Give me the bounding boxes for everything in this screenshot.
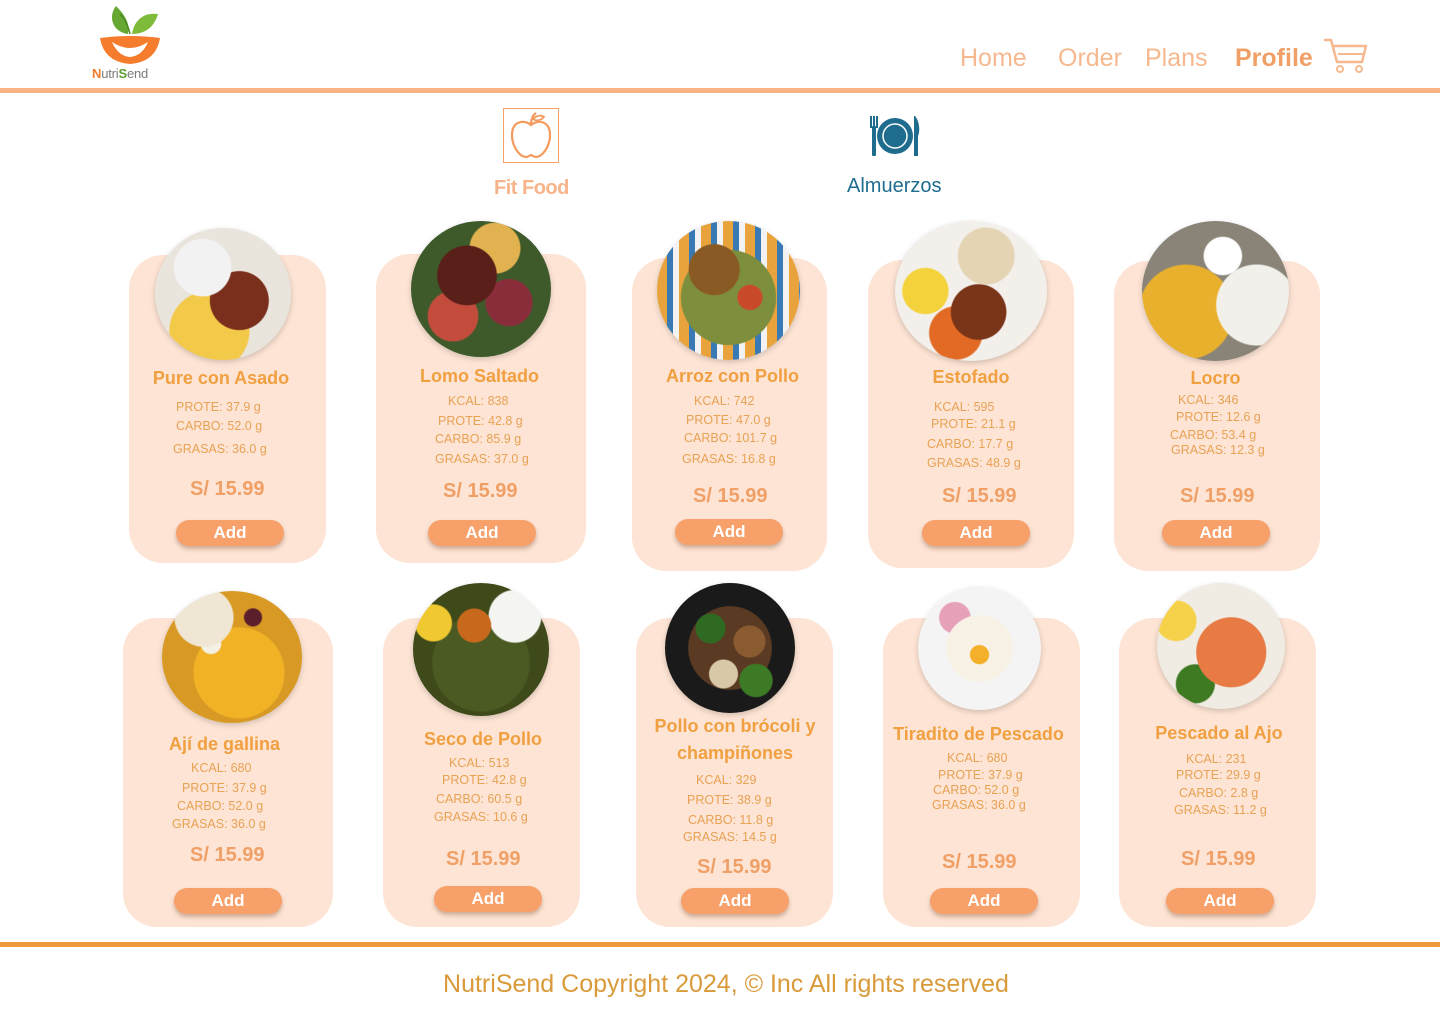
dish-photo (895, 221, 1047, 361)
add-button[interactable]: Add (922, 520, 1030, 546)
dish-prote: PROTE: 42.8 g (442, 773, 527, 787)
dish-photo (657, 221, 800, 360)
add-button[interactable]: Add (1166, 888, 1274, 914)
dish-name: Seco de Pollo (423, 729, 543, 749)
dish-photo (1142, 221, 1289, 361)
dish-name: Tiradito de Pescado (893, 724, 1064, 744)
logo-text-utri: utri (101, 66, 119, 81)
dish-kcal: KCAL: 838 (448, 394, 509, 408)
dish-grasas: GRASAS: 12.3 g (1171, 443, 1265, 457)
dish-price: S/ 15.99 (1181, 848, 1256, 870)
dish-carbo: CARBO: 52.0 g (933, 783, 1020, 797)
dish-price: S/ 15.99 (446, 848, 521, 870)
cart-icon[interactable] (1322, 36, 1368, 74)
dish-price: S/ 15.99 (942, 851, 1017, 873)
dish-prote: PROTE: 12.6 g (1176, 410, 1261, 424)
dish-photo (1157, 583, 1285, 709)
dish-carbo: CARBO: 60.5 g (436, 792, 523, 806)
dish-grasas: GRASAS: 11.2 g (1174, 803, 1267, 817)
dish-prote: PROTE: 37.9 g (182, 781, 267, 795)
dish-grasas: GRASAS: 16.8 g (682, 452, 776, 466)
dish-kcal: KCAL: 329 (696, 773, 757, 787)
category-almuerzos[interactable]: Almuerzos (847, 175, 941, 198)
nav-home[interactable]: Home (960, 44, 1027, 73)
dish-photo (665, 583, 795, 713)
dish-photo (413, 583, 549, 716)
dish-prote: PROTE: 42.8 g (438, 414, 523, 428)
dish-name: Pollo con brócoli y champiñones (654, 716, 816, 763)
dish-carbo: CARBO: 53.4 g (1170, 428, 1257, 442)
logo-letter-n: N (92, 66, 102, 81)
add-button[interactable]: Add (428, 520, 536, 546)
dish-kcal: KCAL: 513 (449, 756, 510, 770)
dish-photo (155, 228, 291, 360)
dish-name: Pescado al Ajo (1155, 723, 1283, 743)
dish-name: Ají de gallina (168, 734, 281, 754)
dish-carbo: CARBO: 85.9 g (435, 432, 522, 446)
dish-grasas: GRASAS: 48.9 g (927, 456, 1021, 470)
add-button[interactable]: Add (1162, 520, 1270, 546)
category-fit-food[interactable]: Fit Food (494, 177, 569, 200)
plate-cutlery-icon[interactable] (868, 112, 922, 160)
dish-grasas: GRASAS: 36.0 g (932, 798, 1026, 812)
logo-wordmark: NutriSend (92, 66, 148, 81)
dish-grasas: GRASAS: 14.5 g (683, 830, 777, 844)
dish-kcal: KCAL: 595 (934, 400, 995, 414)
logo-text-end: end (126, 66, 149, 81)
dish-photo (162, 591, 302, 723)
dish-photo (918, 587, 1041, 710)
dish-price: S/ 15.99 (697, 856, 772, 878)
dish-price: S/ 15.99 (190, 844, 265, 866)
dish-kcal: KCAL: 231 (1186, 752, 1247, 766)
nav-order[interactable]: Order (1058, 44, 1122, 73)
add-button[interactable]: Add (174, 888, 282, 914)
dish-carbo: CARBO: 52.0 g (176, 419, 263, 433)
dish-photo (411, 221, 551, 357)
dish-kcal: KCAL: 742 (694, 394, 755, 408)
nav-profile[interactable]: Profile (1235, 44, 1313, 73)
dish-grasas: GRASAS: 37.0 g (435, 452, 529, 466)
header-divider (0, 88, 1440, 93)
dish-prote: PROTE: 37.9 g (938, 768, 1023, 782)
dish-price: S/ 15.99 (1180, 485, 1255, 507)
dish-grasas: GRASAS: 36.0 g (172, 817, 266, 831)
dish-prote: PROTE: 21.1 g (931, 417, 1016, 431)
dish-carbo: CARBO: 101.7 g (684, 431, 778, 445)
dish-name: Arroz con Pollo (665, 366, 799, 386)
dish-prote: PROTE: 38.9 g (687, 793, 772, 807)
dish-name: Pure con Asado (152, 368, 290, 388)
add-button[interactable]: Add (176, 520, 284, 546)
dish-price: S/ 15.99 (190, 478, 265, 500)
dish-prote: PROTE: 37.9 g (176, 400, 261, 414)
dish-kcal: KCAL: 680 (191, 761, 252, 775)
dish-name: Lomo Saltado (419, 366, 539, 386)
header: NutriSend Home Order Plans Profile (0, 0, 1440, 89)
apple-icon[interactable] (503, 108, 559, 163)
dish-carbo: CARBO: 17.7 g (927, 437, 1014, 451)
dish-carbo: CARBO: 2.8 g (1179, 786, 1259, 800)
dish-grasas: GRASAS: 10.6 g (434, 810, 528, 824)
add-button[interactable]: Add (434, 886, 542, 912)
logo-letter-s: S (118, 66, 127, 81)
add-button[interactable]: Add (930, 888, 1038, 914)
dish-price: S/ 15.99 (693, 485, 768, 507)
dish-prote: PROTE: 47.0 g (686, 413, 771, 427)
dish-name: Locro (1190, 368, 1241, 388)
dish-carbo: CARBO: 11.8 g (688, 813, 774, 827)
dish-kcal: KCAL: 346 (1178, 393, 1239, 407)
dish-price: S/ 15.99 (942, 485, 1017, 507)
add-button[interactable]: Add (681, 888, 789, 914)
footer-copyright: NutriSend Copyright 2024, © Inc All righ… (443, 970, 1009, 998)
dish-grasas: GRASAS: 36.0 g (173, 442, 267, 456)
nav-plans[interactable]: Plans (1145, 44, 1208, 73)
dish-kcal: KCAL: 680 (947, 751, 1008, 765)
add-button[interactable]: Add (675, 519, 783, 545)
dish-price: S/ 15.99 (443, 480, 518, 502)
dish-name: Estofado (932, 367, 1010, 387)
dish-prote: PROTE: 29.9 g (1176, 768, 1261, 782)
dish-carbo: CARBO: 52.0 g (177, 799, 264, 813)
footer-divider (0, 942, 1440, 947)
